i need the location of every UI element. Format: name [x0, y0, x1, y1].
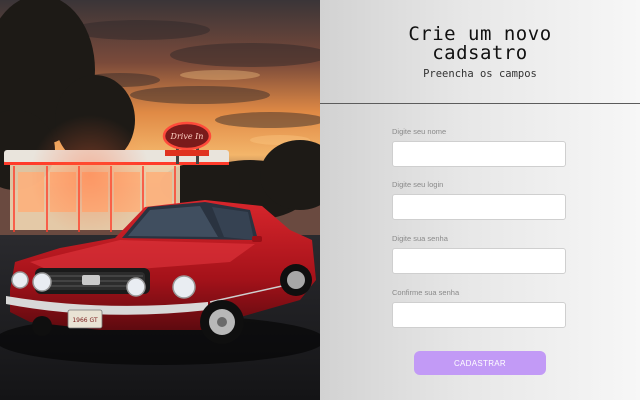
neon-sign-text: Drive In	[170, 132, 204, 141]
confirm-password-field-label: Confirme sua senha	[392, 288, 460, 297]
confirm-password-input[interactable]	[392, 302, 566, 328]
register-button[interactable]: CADASTRAR	[414, 351, 546, 375]
password-field-label: Digite sua senha	[392, 234, 448, 243]
signup-form-panel: Crie um novo cadsatro Preencha os campos…	[320, 0, 640, 400]
car-diner-illustration: Drive In 1966 GT	[0, 0, 320, 400]
login-field-label: Digite seu login	[392, 180, 444, 189]
page-subtitle: Preencha os campos	[423, 68, 537, 80]
password-input[interactable]	[392, 248, 566, 274]
login-input[interactable]	[392, 194, 566, 220]
signup-page: Drive In 1966 GT Crie um novo cadsatro P…	[0, 0, 640, 400]
hero-photo: Drive In 1966 GT	[0, 0, 320, 400]
license-plate-text: 1966 GT	[72, 317, 98, 324]
header-divider	[320, 103, 640, 104]
name-input[interactable]	[392, 141, 566, 167]
page-title: Crie um novo cadsatro	[408, 23, 552, 64]
name-field-label: Digite seu nome	[392, 127, 447, 136]
